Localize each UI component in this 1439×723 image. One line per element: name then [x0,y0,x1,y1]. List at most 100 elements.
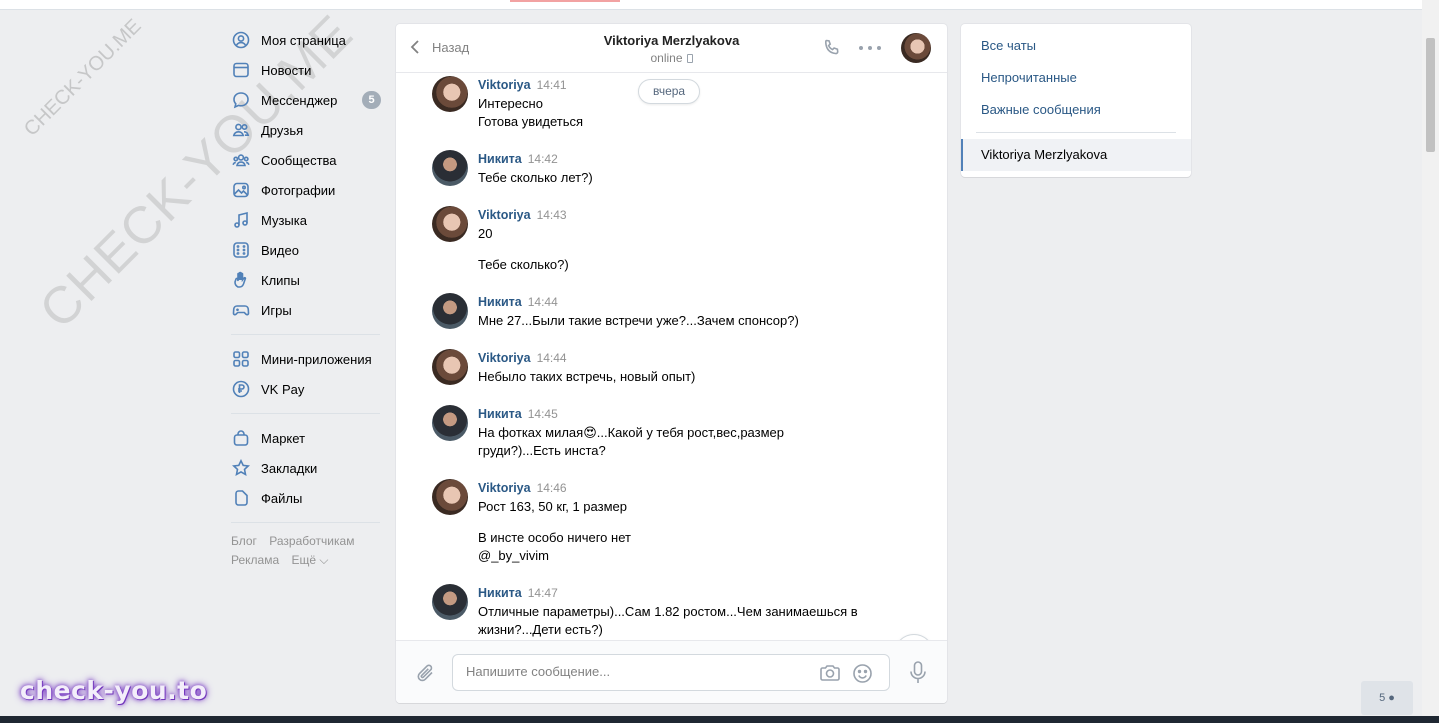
filter-unread[interactable]: Непрочитанные [981,70,1077,85]
nav-item-photos[interactable]: Фотографии [231,175,381,205]
call-button[interactable] [822,38,842,58]
voice-message-button[interactable] [908,660,928,686]
avatar[interactable] [432,349,468,385]
nav-item-messenger[interactable]: Мессенджер 5 [231,85,381,115]
top-bar [0,0,1422,10]
footer-link-more[interactable]: Ещё ⌵ [291,553,328,567]
nav-label: Музыка [261,212,307,228]
message-time[interactable]: 14:44 [528,295,558,309]
nav-item-mini-apps[interactable]: Мини-приложения [231,344,381,374]
friends-icon [232,121,250,139]
avatar[interactable] [432,584,468,620]
footer-links: Блог Разработчикам Реклама Ещё ⌵ [231,532,381,570]
nav-item-communities[interactable]: Сообщества [231,145,381,175]
message-time[interactable]: 14:43 [537,208,567,222]
message-author[interactable]: Viktoriya [478,78,531,92]
games-icon [232,301,250,319]
message-text: На фотках милая😍...Какой у тебя рост,вес… [478,425,784,440]
message-time[interactable]: 14:47 [528,586,558,600]
active-chat-item[interactable]: Viktoriya Merzlyakova [961,139,1191,171]
footer-link-blog[interactable]: Блог [231,534,257,548]
clips-icon [232,271,250,289]
nav-item-music[interactable]: Музыка [231,205,381,235]
message-time[interactable]: 14:41 [537,78,567,92]
scrollbar-thumb[interactable] [1426,38,1435,152]
message-author[interactable]: Никита [478,407,522,421]
message-text: 20 [478,226,493,241]
phone-icon [824,39,839,55]
nav-label: Маркет [261,430,306,446]
active-chat-label: Viktoriya Merzlyakova [981,147,1108,162]
nav-label: Клипы [261,272,300,288]
more-button[interactable] [859,38,881,58]
message-input[interactable] [466,664,806,679]
emoji-button[interactable] [852,663,873,684]
chat-header: Назад Viktoriya Merzlyakova online [396,24,947,73]
attach-button[interactable] [415,662,437,684]
avatar[interactable] [432,479,468,515]
avatar[interactable] [432,76,468,112]
message-author[interactable]: Viktoriya [478,351,531,365]
page-scrollbar[interactable] [1422,0,1439,723]
filter-all-chats[interactable]: Все чаты [981,38,1036,53]
person-icon: ● [1388,692,1395,704]
video-icon [232,241,250,259]
message-author[interactable]: Никита [478,586,522,600]
bookmarks-icon [232,459,250,477]
date-separator: вчера [638,79,701,104]
message-author[interactable]: Viktoriya [478,481,531,495]
message-time[interactable]: 14:44 [537,351,567,365]
message-text: В инсте особо ничего нет [478,530,631,545]
nav-item-video[interactable]: Видео [231,235,381,265]
nav-item-market[interactable]: Маркет [231,423,381,453]
avatar[interactable] [432,206,468,242]
avatar[interactable] [432,405,468,441]
nav-item-clips[interactable]: Клипы [231,265,381,295]
message-list: Viktoriya 14:41 Интересно Готова увидетьс… [396,74,947,640]
nav-item-files[interactable]: Файлы [231,483,381,513]
peer-avatar[interactable] [901,33,931,63]
messenger-badge: 5 [362,91,381,109]
message-author[interactable]: Никита [478,152,522,166]
message-text: Мне 27...Были такие встречи уже?...Зачем… [478,313,799,328]
nav-label: Видео [261,242,299,258]
nav-item-news[interactable]: Новости [231,55,381,85]
watermark-small: CHECK-YOU.ME [20,14,146,141]
message-text: Интересно [478,96,543,111]
nav-item-vkpay[interactable]: VK Pay [231,374,381,404]
message-text: Отличные параметры)...Сам 1.82 ростом...… [478,604,858,619]
profile-icon [232,31,250,49]
nav-label: Закладки [261,460,318,476]
message-text: Тебе сколько лет?) [478,170,593,185]
dot-icon [859,46,863,50]
message-time[interactable]: 14:45 [528,407,558,421]
avatar[interactable] [432,150,468,186]
nav-item-my-page[interactable]: Моя страница [231,25,381,55]
online-count: 5 [1379,692,1386,704]
photos-icon [232,181,250,199]
nav-item-friends[interactable]: Друзья [231,115,381,145]
filter-important[interactable]: Важные сообщения [981,102,1101,117]
camera-button[interactable] [819,663,841,683]
footer-link-developers[interactable]: Разработчикам [269,534,354,548]
footer-link-ads[interactable]: Реклама [231,553,279,567]
communities-icon [232,151,250,169]
message-text: Небыло таких встречь, новый опыт) [478,369,696,384]
nav-label: Моя страница [261,32,346,48]
smile-icon [853,664,872,683]
message-input-box[interactable] [452,654,890,691]
message-time[interactable]: 14:46 [537,481,567,495]
message-time[interactable]: 14:42 [528,152,558,166]
nav-item-bookmarks[interactable]: Закладки [231,453,381,483]
paperclip-icon [417,664,433,682]
message-text: Тебе сколько?) [478,257,569,272]
top-bar-accent [510,0,620,2]
nav-divider [231,334,380,335]
message-author[interactable]: Никита [478,295,522,309]
nav-label: Новости [261,62,312,78]
message-author[interactable]: Viktoriya [478,208,531,222]
nav-item-games[interactable]: Игры [231,295,381,325]
camera-icon [820,665,840,681]
online-counter-widget[interactable]: 5 ● [1361,681,1413,715]
avatar[interactable] [432,293,468,329]
